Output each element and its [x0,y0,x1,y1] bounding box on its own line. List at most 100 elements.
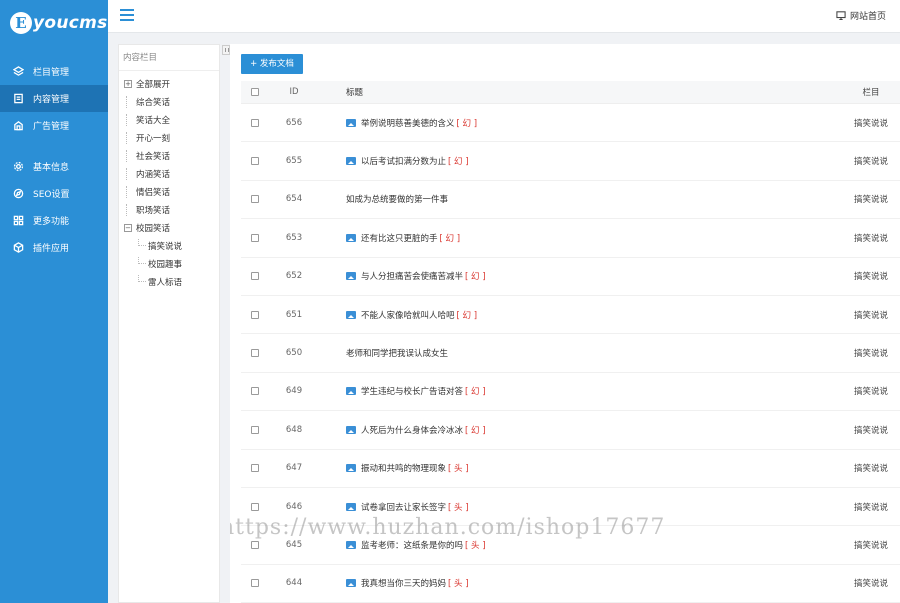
menu-toggle-icon[interactable] [120,9,134,22]
layers-icon [13,66,24,77]
image-icon [346,233,356,242]
tree-node-label: 搞笑说说 [148,242,183,252]
attribute-flag: [ 幻 ] [465,425,486,436]
collapse-icon[interactable]: − [124,224,132,232]
image-icon [346,118,356,127]
category-tree-panel: 内容栏目 + 全部展开 综合笑话 笑话大全 开心一刻 社会笑话 内涵笑话 情侣笑话… [118,44,230,603]
article-title-link[interactable]: 不能人家像哈就叫人哈吧 [361,309,455,321]
tree-node-child[interactable]: 雷人标语 [119,273,219,291]
nav-item-columns[interactable]: 栏目管理 [0,58,108,85]
table-header: ID 标题 栏目 [241,81,900,104]
logo-text: youcms [33,13,108,33]
tree-node-label: 综合笑话 [136,98,171,108]
row-id: 647 [285,463,303,474]
row-title-cell: 振动和共鸣的物理现象[ 头 ] [320,462,842,474]
article-title-link[interactable]: 举例说明慈善美德的含义 [361,117,455,129]
row-id: 651 [285,309,303,320]
row-checkbox[interactable] [250,540,259,549]
article-title-link[interactable]: 振动和共鸣的物理现象 [361,462,446,474]
add-document-button[interactable]: + 发布文档 [241,54,303,74]
header-id: ID [289,87,299,97]
row-title-cell: 学生违纪与校长广告语对答[ 幻 ] [320,385,842,397]
row-column: 搞笑说说 [853,387,888,398]
row-column: 搞笑说说 [853,310,888,321]
gear-icon [13,161,24,172]
tree-node[interactable]: 综合笑话 [119,93,219,111]
row-checkbox[interactable] [250,272,259,281]
compass-icon [13,188,24,199]
image-icon [346,579,356,588]
nav-item-basic-info[interactable]: 基本信息 [0,153,108,180]
table-row: 655 以后考试扣满分数为止[ 幻 ] 搞笑说说 [241,142,900,181]
tree-node-child[interactable]: 搞笑说说 [119,237,219,255]
row-checkbox[interactable] [250,425,259,434]
article-title-link[interactable]: 学生违纪与校长广告语对答 [361,385,463,397]
table-row: 648 人死后为什么身体会冷冰冰[ 幻 ] 搞笑说说 [241,411,900,450]
nav-item-more[interactable]: 更多功能 [0,207,108,234]
row-checkbox[interactable] [250,118,259,127]
tree-node[interactable]: 职场笑话 [119,201,219,219]
nav-item-ads[interactable]: 广告管理 [0,112,108,139]
expand-icon[interactable]: + [124,80,132,88]
tree-node[interactable]: 情侣笑话 [119,183,219,201]
row-checkbox[interactable] [250,579,259,588]
article-title-link[interactable]: 还有比这只更脏的手 [361,232,438,244]
article-title-link[interactable]: 与人分担痛苦会使痛苦减半 [361,270,463,282]
row-checkbox[interactable] [250,233,259,242]
header-column: 栏目 [862,88,880,98]
table-row: 652 与人分担痛苦会使痛苦减半[ 幻 ] 搞笑说说 [241,258,900,296]
article-title-link[interactable]: 我真想当你三天的妈妈 [361,577,446,589]
nav-item-label: 广告管理 [33,122,70,132]
row-checkbox[interactable] [250,464,259,473]
tree-node[interactable]: 笑话大全 [119,111,219,129]
article-title-link[interactable]: 如成为总统要做的第一件事 [346,193,448,205]
article-title-link[interactable]: 监考老师：这纸条是你的吗 [361,539,463,551]
nav-item-seo[interactable]: SEO设置 [0,180,108,207]
row-column: 搞笑说说 [853,157,888,168]
row-id: 645 [285,539,303,550]
site-home-link[interactable]: 网站首页 [836,9,886,22]
tree-node-label: 开心一刻 [136,134,171,144]
topbar: 网站首页 [108,0,900,33]
table-row: 656 举例说明慈善美德的含义[ 幻 ] 搞笑说说 [241,104,900,143]
tree-node-label: 笑话大全 [136,116,171,126]
tree-node[interactable]: 社会笑话 [119,147,219,165]
attribute-flag: [ 头 ] [465,540,486,551]
row-checkbox[interactable] [250,349,259,358]
row-title-cell: 举例说明慈善美德的含义[ 幻 ] [320,117,842,129]
row-checkbox[interactable] [250,387,259,396]
tree-title: 内容栏目 [119,45,219,71]
nav-item-content[interactable]: 内容管理 [0,85,108,112]
row-checkbox[interactable] [250,310,259,319]
row-checkbox[interactable] [250,195,259,204]
row-id: 652 [285,271,303,282]
row-title-cell: 以后考试扣满分数为止[ 幻 ] [320,155,842,167]
tree-node-label: 社会笑话 [136,152,171,162]
tree-collapse-handle[interactable] [222,45,230,55]
table-row: 651 不能人家像哈就叫人哈吧[ 幻 ] 搞笑说说 [241,296,900,335]
tree-node[interactable]: 开心一刻 [119,129,219,147]
nav-group-content: 栏目管理 内容管理 广告管理 [0,58,108,139]
tree-node[interactable]: 内涵笑话 [119,165,219,183]
logo[interactable]: E youcms [0,0,108,46]
row-column: 搞笑说说 [853,425,888,436]
attribute-flag: [ 头 ] [448,464,469,475]
nav-item-plugins[interactable]: 插件应用 [0,234,108,261]
article-title-link[interactable]: 试卷拿回去让家长签字 [361,501,446,513]
image-icon [346,425,356,434]
row-checkbox[interactable] [250,502,259,511]
ad-icon [13,120,24,131]
tree-node-root[interactable]: + 全部展开 [119,75,219,93]
select-all-checkbox[interactable] [250,88,259,96]
grid-icon [13,215,24,226]
article-title-link[interactable]: 以后考试扣满分数为止 [361,155,446,167]
attribute-flag: [ 幻 ] [456,310,478,321]
row-checkbox[interactable] [250,157,259,166]
tree-node-expanded[interactable]: − 校园笑话 [119,219,219,237]
row-id: 656 [285,117,303,128]
image-icon [346,502,356,511]
article-title-link[interactable]: 老师和同学把我误认成女生 [346,347,448,359]
article-title-link[interactable]: 人死后为什么身体会冷冰冰 [361,424,463,436]
header-title: 标题 [346,88,364,98]
tree-node-child[interactable]: 校园趣事 [119,255,219,273]
